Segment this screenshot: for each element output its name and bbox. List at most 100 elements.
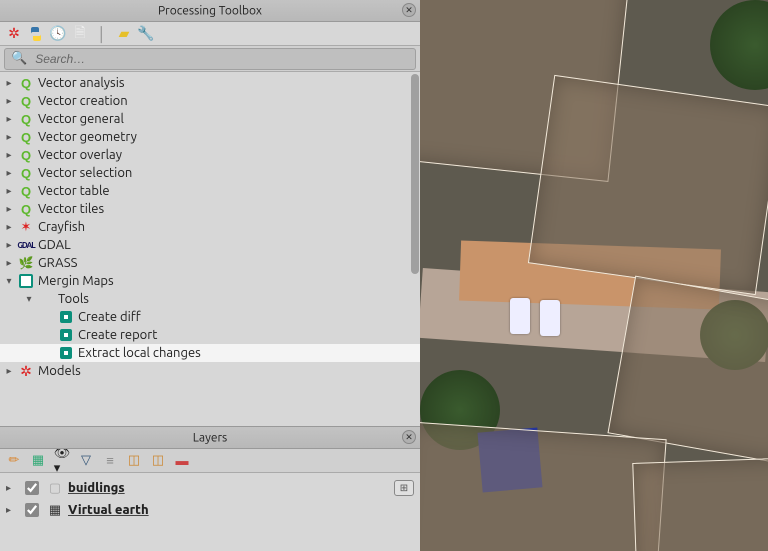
models-icon: ✲ [18, 363, 34, 379]
qgis-icon: Q [18, 93, 34, 109]
search-icon: 🔍 [11, 51, 27, 66]
layers-close-button[interactable]: ✕ [402, 430, 416, 444]
toolbox-toolbar: ✲ 🕓 🗎 │ ▰ 🔧 [0, 22, 420, 46]
tree-item[interactable]: ▸ ✲ Models [0, 362, 420, 380]
toolbox-scrollbar-thumb[interactable] [411, 74, 419, 274]
expander-icon[interactable]: ▸ [4, 132, 14, 142]
app-root: Processing Toolbox ✕ ✲ 🕓 🗎 │ ▰ 🔧 🔍 ▸QVec… [0, 0, 768, 551]
tree-item[interactable]: ▾Mergin Maps [0, 272, 420, 290]
map-canvas[interactable] [420, 0, 768, 551]
results-icon[interactable]: 🗎 [72, 26, 88, 42]
edit-model-icon[interactable]: ▰ [116, 26, 132, 42]
tree-item[interactable]: ▸GDALGDAL [0, 236, 420, 254]
tree-item-label: Extract local changes [78, 346, 201, 360]
tree-item[interactable]: ▸ Q Vector geometry [0, 128, 420, 146]
left-column: Processing Toolbox ✕ ✲ 🕓 🗎 │ ▰ 🔧 🔍 ▸QVec… [0, 0, 420, 551]
qgis-icon: Q [18, 129, 34, 145]
layer-row[interactable]: ▸ ▦ Virtual earth [2, 499, 418, 521]
tree-item[interactable]: ▸QVector general [0, 110, 420, 128]
qgis-icon: Q [18, 201, 34, 217]
expander-icon[interactable]: ▸ [4, 114, 14, 124]
feature-count-icon[interactable]: ⊞ [394, 480, 414, 496]
expander-icon[interactable]: ▸ [4, 258, 14, 268]
tree-item-label: Vector creation [38, 94, 128, 108]
tree-item[interactable]: ▸ ✶ Crayfish [0, 218, 420, 236]
tree-item-label: Vector table [38, 184, 110, 198]
remove-layer-icon[interactable]: ▬ [174, 453, 190, 469]
qgis-icon: Q [18, 183, 34, 199]
tree-item-label: Vector geometry [38, 130, 137, 144]
filter-legend-icon[interactable]: ▽ [78, 453, 94, 469]
toolbox-title: Processing Toolbox [158, 4, 262, 17]
tree-item[interactable]: ▸QVector selection [0, 164, 420, 182]
layers-title: Layers [193, 431, 227, 444]
expander-icon[interactable]: ▸ [6, 482, 16, 494]
toolbox-search-input[interactable] [33, 51, 409, 67]
tree-item[interactable]: Create diff [0, 308, 420, 326]
expander-icon[interactable] [44, 312, 54, 322]
expander-icon[interactable] [44, 348, 54, 358]
expander-icon[interactable]: ▸ [4, 366, 14, 376]
layer-row[interactable]: ▸▢buidlings⊞ [2, 477, 418, 499]
tree-item-label: Models [38, 364, 81, 378]
expander-icon[interactable]: ▸ [4, 78, 14, 88]
mergin-icon [18, 273, 34, 289]
crayfish-icon: ✶ [18, 219, 34, 235]
expand-all-icon[interactable]: ≡ [102, 453, 118, 469]
expand-icon[interactable]: ◫ [150, 453, 166, 469]
raster-layer-icon: ▦ [47, 502, 63, 518]
tree-item[interactable]: ▸ Q Vector table [0, 182, 420, 200]
tree-item[interactable]: Create report [0, 326, 420, 344]
layers-panel: Layers ✕ ✏ ▦ 👁▾ ▽ ≡ ◫ ◫ ▬ ▸▢buidlings⊞▸▦… [0, 426, 420, 551]
separator-icon: │ [94, 26, 110, 42]
history-icon[interactable]: 🕓 [50, 26, 66, 42]
tree-item[interactable]: ▸🌿GRASS [0, 254, 420, 272]
toolbox-search-row: 🔍 [0, 46, 420, 72]
expander-icon[interactable]: ▾ [4, 276, 14, 286]
expander-icon[interactable]: ▸ [4, 186, 14, 196]
tree-item-label: Vector general [38, 112, 124, 126]
toolbox-tree[interactable]: ▸QVector analysis▸QVector creation▸QVect… [0, 72, 420, 426]
expander-icon[interactable]: ▸ [6, 504, 16, 516]
python-icon[interactable] [28, 26, 44, 42]
expander-icon[interactable]: ▾ [24, 294, 34, 304]
layer-visibility-checkbox[interactable] [25, 481, 39, 495]
tree-item[interactable]: ▸QVector overlay [0, 146, 420, 164]
layer-styling-icon[interactable]: ✏ [6, 453, 22, 469]
blank-icon [38, 291, 54, 307]
tree-item[interactable]: ▾Tools [0, 290, 420, 308]
tree-item-label: Vector analysis [38, 76, 125, 90]
expander-icon[interactable]: ▸ [4, 150, 14, 160]
collapse-icon[interactable]: ◫ [126, 453, 142, 469]
layers-toolbar: ✏ ▦ 👁▾ ▽ ≡ ◫ ◫ ▬ [0, 449, 420, 473]
tree-item-label: Crayfish [38, 220, 85, 234]
expander-icon[interactable]: ▸ [4, 222, 14, 232]
layer-visibility-checkbox[interactable] [25, 503, 39, 517]
tree-item[interactable]: ▸ Q Vector analysis [0, 74, 420, 92]
map-imagery [420, 0, 768, 551]
gear-red-icon[interactable]: ✲ [6, 26, 22, 42]
manage-visibility-icon[interactable]: 👁▾ [54, 453, 70, 469]
options-icon[interactable]: 🔧 [138, 26, 154, 42]
layer-name: buidlings [68, 481, 125, 495]
qgis-icon: Q [18, 165, 34, 181]
add-group-icon[interactable]: ▦ [30, 453, 46, 469]
qgis-icon: Q [18, 75, 34, 91]
expander-icon[interactable] [44, 330, 54, 340]
expander-icon[interactable]: ▸ [4, 204, 14, 214]
toolbox-search-box[interactable]: 🔍 [4, 48, 416, 70]
layer-name: Virtual earth [68, 503, 149, 517]
qgis-icon: Q [18, 147, 34, 163]
tree-item-label: Create report [78, 328, 157, 342]
tree-item[interactable]: ▸ Q Vector creation [0, 92, 420, 110]
expander-icon[interactable]: ▸ [4, 168, 14, 178]
expander-icon[interactable]: ▸ [4, 96, 14, 106]
toolbox-header: Processing Toolbox ✕ [0, 0, 420, 22]
tree-item[interactable]: ▸QVector tiles [0, 200, 420, 218]
expander-icon[interactable]: ▸ [4, 240, 14, 250]
tree-item[interactable]: Extract local changes [0, 344, 420, 362]
layers-list[interactable]: ▸▢buidlings⊞▸▦Virtual earth [0, 473, 420, 551]
toolbox-close-button[interactable]: ✕ [402, 3, 416, 17]
mergin-tool-icon [58, 309, 74, 325]
tree-item-label: GDAL [38, 238, 71, 252]
